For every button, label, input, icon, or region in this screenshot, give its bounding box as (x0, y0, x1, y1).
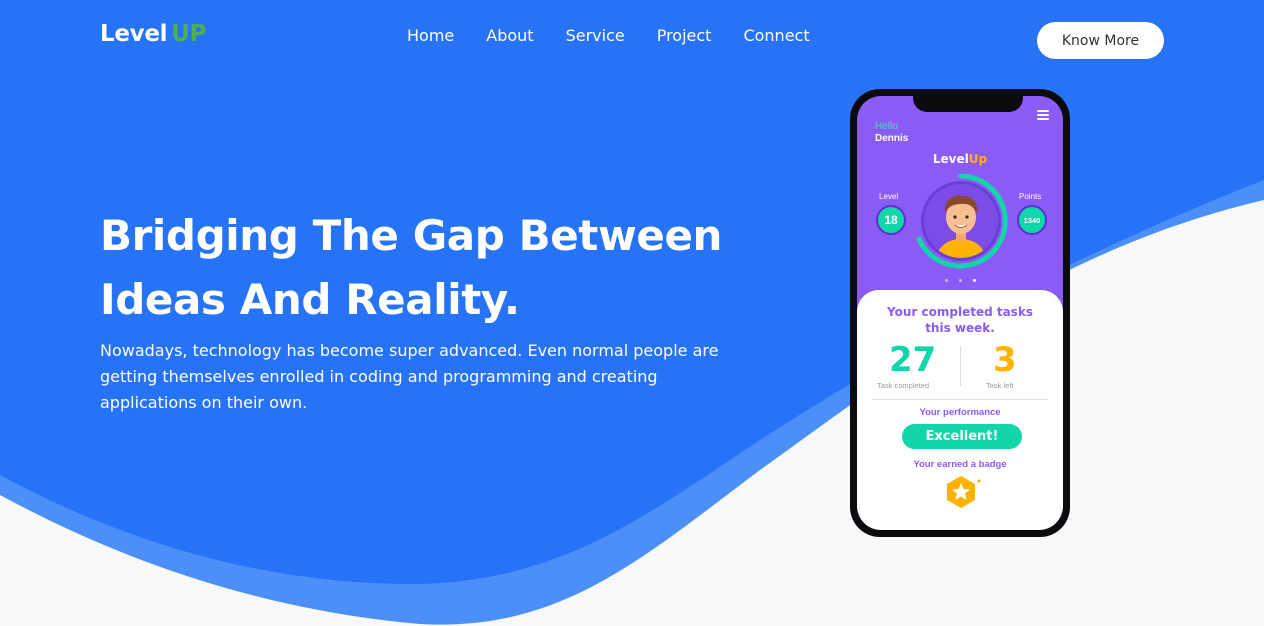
carousel-dot[interactable] (945, 279, 948, 282)
divider (871, 399, 1049, 400)
performance-badge: Excellent! (902, 424, 1022, 449)
carousel-dots (945, 279, 987, 282)
nav-home[interactable]: Home (407, 26, 454, 45)
left-label: Task left (986, 381, 1014, 390)
tasks-title-line1: Your completed tasks (887, 305, 1033, 319)
menu-icon (1037, 110, 1049, 120)
main-nav: Home About Service Project Connect (407, 26, 842, 45)
completed-label: Task completed (877, 381, 930, 390)
greeting: Hello (875, 121, 898, 132)
tasks-card: Your completed tasks this week. 27 Task … (857, 290, 1063, 530)
user-name: Dennis (875, 133, 909, 144)
tasks-title: Your completed tasks this week. (857, 304, 1063, 336)
app-logo: LevelUp (857, 152, 1063, 166)
points-label: Points (1019, 192, 1042, 201)
carousel-dot[interactable] (959, 279, 962, 282)
app-logo-accent: Up (968, 152, 988, 166)
level-label: Level (879, 192, 899, 201)
hero-title-line2: Ideas And Reality. (100, 275, 520, 324)
performance-label: Your performance (919, 407, 1001, 418)
phone-mockup: Hello Dennis LevelUp Level 18 Points 134… (850, 89, 1070, 537)
completed-count: 27 (889, 340, 937, 380)
hero-description: Nowadays, technology has become super ad… (100, 341, 719, 412)
nav-connect[interactable]: Connect (743, 26, 809, 45)
logo-main: Level (100, 21, 168, 47)
hero-title: Bridging The Gap Between Ideas And Reali… (100, 204, 740, 332)
star-badge-icon (947, 476, 981, 508)
avatar-icon (916, 173, 1008, 269)
nav-project[interactable]: Project (657, 26, 712, 45)
logo-accent: UP (171, 21, 207, 47)
carousel-dot[interactable] (973, 279, 976, 282)
tasks-title-line2: this week. (925, 321, 995, 335)
hero-title-line1: Bridging The Gap Between (100, 211, 723, 260)
nav-service[interactable]: Service (566, 26, 625, 45)
nav-about[interactable]: About (486, 26, 533, 45)
phone-notch (913, 96, 1023, 112)
know-more-button[interactable]: Know More (1037, 22, 1164, 59)
divider (960, 346, 961, 386)
phone-screen: Hello Dennis LevelUp Level 18 Points 134… (857, 96, 1063, 530)
left-count: 3 (993, 340, 1017, 380)
site-logo[interactable]: Level UP (100, 21, 206, 47)
app-logo-main: Level (932, 152, 969, 166)
badge-label: Your earned a badge (913, 459, 1007, 470)
level-value: 18 (876, 205, 906, 235)
points-value: 1340 (1017, 205, 1047, 235)
